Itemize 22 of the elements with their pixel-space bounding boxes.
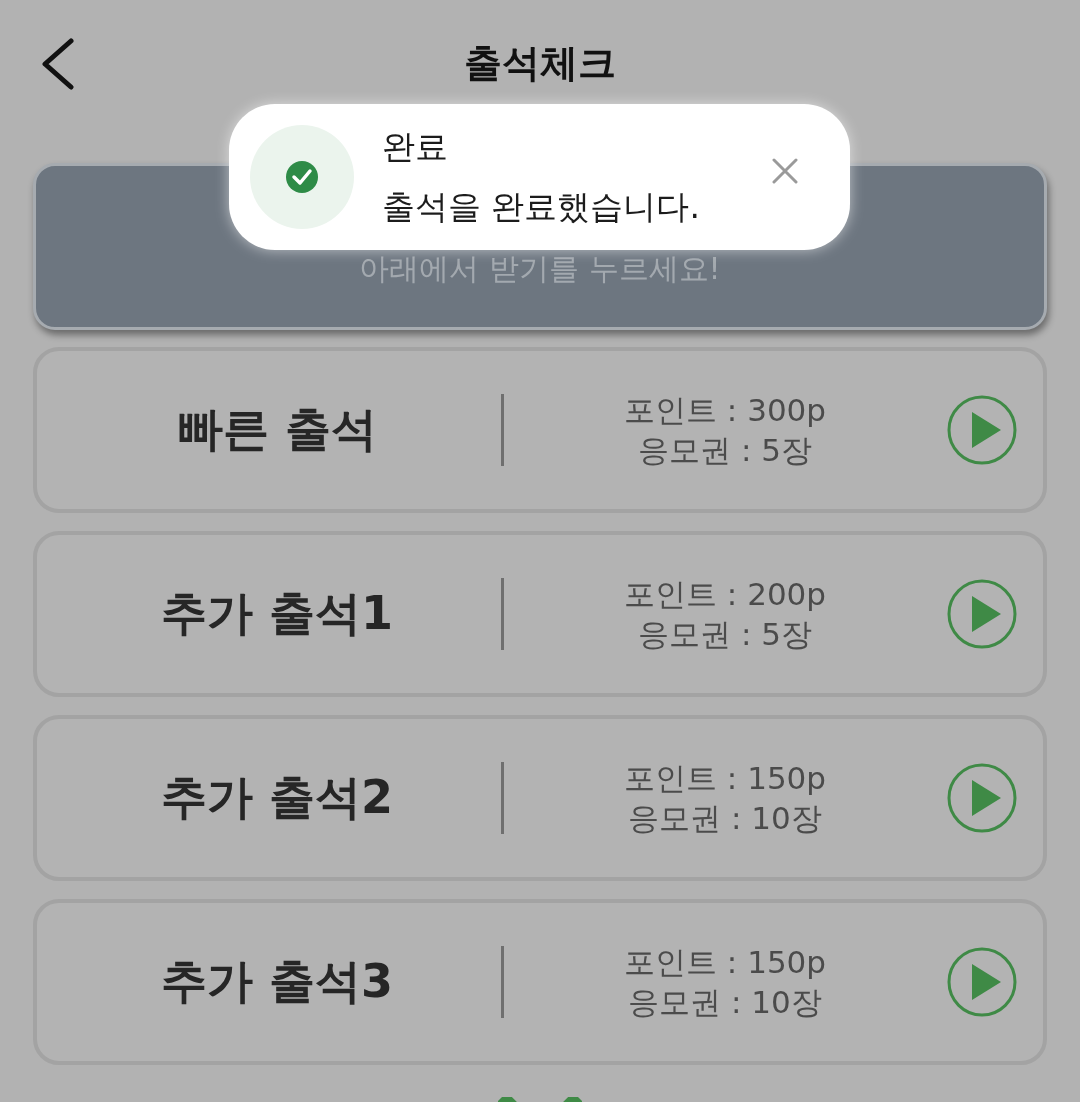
points-text: 포인트 : 150p [624,943,826,982]
reward-title: 추가 출석1 [161,585,393,642]
play-icon[interactable] [947,579,1017,649]
tickets-text: 응모권 : 10장 [628,983,822,1022]
close-icon[interactable] [772,158,798,184]
points-text: 포인트 : 200p [624,575,826,614]
chevron-down-icon[interactable] [498,1097,582,1102]
reward-title: 추가 출석2 [161,769,393,826]
reward-title: 추가 출석3 [161,953,393,1010]
tickets-text: 응모권 : 5장 [638,431,812,470]
check-circle-icon [250,125,354,229]
play-icon[interactable] [947,763,1017,833]
reward-title: 빠른 출석 [177,401,377,458]
tickets-text: 응모권 : 5장 [638,615,812,654]
toast-title: 완료 [382,126,449,168]
page-title: 출석체크 [464,39,616,87]
play-icon[interactable] [947,947,1017,1017]
play-icon[interactable] [947,395,1017,465]
points-text: 포인트 : 300p [624,391,826,430]
tickets-text: 응모권 : 10장 [628,799,822,838]
points-text: 포인트 : 150p [624,759,826,798]
toast-message: 출석을 완료했습니다. [382,186,701,228]
